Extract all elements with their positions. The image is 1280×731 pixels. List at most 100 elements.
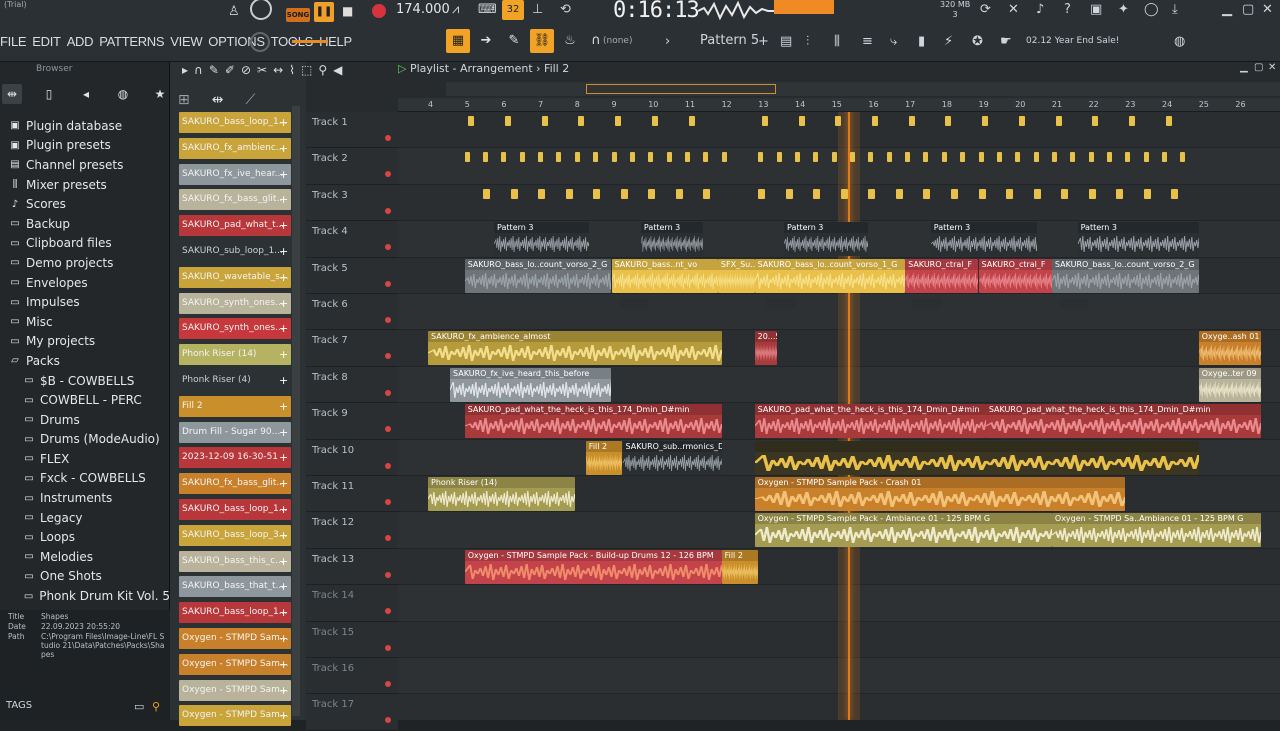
pattern-block[interactable] bbox=[908, 116, 915, 126]
channel-add-icon[interactable]: + bbox=[279, 576, 289, 597]
channel-add-icon[interactable]: + bbox=[279, 241, 289, 262]
channel-add-icon[interactable]: + bbox=[279, 525, 289, 546]
channel-add-icon[interactable]: + bbox=[279, 344, 289, 365]
wizard-icon[interactable]: ✪ bbox=[972, 34, 983, 49]
mute-tool-icon[interactable]: ✂ bbox=[257, 63, 273, 77]
help-icon[interactable]: ? bbox=[1064, 2, 1071, 17]
pattern-block[interactable] bbox=[629, 152, 635, 163]
arrow-next-icon[interactable]: ➔ bbox=[474, 29, 498, 53]
pattern-block[interactable] bbox=[978, 188, 986, 199]
pattern-block[interactable] bbox=[615, 116, 622, 126]
channel-add-icon[interactable]: + bbox=[279, 370, 289, 391]
pattern-block[interactable] bbox=[1033, 188, 1041, 199]
pattern-block[interactable] bbox=[840, 188, 848, 199]
stop-button[interactable]: ■ bbox=[342, 4, 356, 18]
playlist-clip[interactable]: Pattern 3 bbox=[494, 222, 590, 257]
browser-tab-globe-icon[interactable]: ◍ bbox=[113, 84, 133, 104]
track-mute-indicator[interactable] bbox=[385, 426, 391, 433]
pattern-block[interactable] bbox=[868, 152, 874, 163]
browser-item[interactable]: ♪ Scores bbox=[0, 194, 170, 214]
snap-value[interactable]: (none) bbox=[603, 36, 632, 46]
maximize-icon[interactable]: ▢ bbox=[1242, 2, 1254, 17]
track-header[interactable]: Track 1 bbox=[306, 112, 398, 149]
track-header[interactable]: Track 5 bbox=[306, 257, 398, 294]
tempo-tap-icon[interactable]: ⩘ bbox=[452, 2, 459, 17]
playlist-clip[interactable]: SAKURO_ctral_F bbox=[905, 258, 979, 293]
track-mute-indicator[interactable] bbox=[385, 280, 391, 287]
browser-item[interactable]: ▤ Channel presets bbox=[0, 155, 170, 175]
news-ticker[interactable]: 02.12 Year End Sale! bbox=[1026, 36, 1119, 46]
channel-add-icon[interactable]: + bbox=[279, 189, 289, 210]
browser-item[interactable]: ▭ Fxck - COWBELLS bbox=[0, 469, 170, 489]
pattern-block[interactable] bbox=[996, 152, 1002, 163]
pattern-block[interactable] bbox=[666, 152, 672, 163]
step-edit-toggle[interactable]: 32 bbox=[502, 0, 524, 20]
touch-icon[interactable]: ☛ bbox=[1000, 34, 1012, 49]
channel-add-icon[interactable]: + bbox=[279, 293, 289, 314]
browser-item[interactable]: ▱ Packs bbox=[0, 351, 170, 371]
browser-item[interactable]: ▭ Backup bbox=[0, 214, 170, 234]
playlist-clip[interactable]: SAKURO_fx_ambience_almost bbox=[428, 331, 722, 366]
channel-button[interactable]: SAKURO_bass_that_t... + bbox=[179, 576, 291, 598]
channel-button[interactable]: SAKURO_wavetable_s... + bbox=[179, 266, 291, 288]
browser-item[interactable]: ▭ FLEX bbox=[0, 449, 170, 469]
pattern-add-icon[interactable]: + bbox=[758, 34, 769, 49]
tags-label[interactable]: TAGS bbox=[6, 700, 32, 711]
pattern-block[interactable] bbox=[1051, 152, 1057, 163]
metronome-icon[interactable]: ♙ bbox=[228, 4, 240, 19]
pattern-block[interactable] bbox=[1143, 188, 1151, 199]
channel-button[interactable]: Oxygen - STMPD Sam... + bbox=[179, 679, 291, 701]
pattern-block[interactable] bbox=[556, 152, 562, 163]
channel-button[interactable]: SAKURO_fx_bass_glit... + bbox=[179, 189, 291, 211]
browser-item[interactable]: ▭ Phonk Drum Kit Vol. 5 bbox=[0, 586, 170, 606]
channel-button[interactable]: Fill 2 + bbox=[179, 395, 291, 417]
channel-button[interactable]: SAKURO_synth_ones... + bbox=[179, 318, 291, 340]
pattern-block[interactable] bbox=[593, 188, 601, 199]
pattern-block[interactable] bbox=[1125, 152, 1131, 163]
pattern-block[interactable] bbox=[1162, 152, 1167, 163]
channel-add-icon[interactable]: + bbox=[279, 473, 289, 494]
curve-icon[interactable]: ⟋ bbox=[245, 92, 255, 108]
track-header[interactable]: Track 9 bbox=[306, 403, 398, 440]
plugin-picker-icon[interactable]: ✦ bbox=[1118, 2, 1129, 17]
pencil-icon[interactable]: ✎ bbox=[502, 29, 526, 53]
pattern-block[interactable] bbox=[960, 152, 966, 163]
browser-item[interactable]: ▣ Plugin database bbox=[0, 116, 170, 136]
microphone-icon[interactable]: ♪ bbox=[1036, 2, 1044, 17]
pattern-block[interactable] bbox=[1070, 152, 1076, 163]
pattern-block[interactable] bbox=[1015, 152, 1021, 163]
stamp-icon[interactable]: ♨ bbox=[558, 29, 582, 53]
pattern-prev-icon[interactable]: › bbox=[665, 34, 670, 49]
channel-button[interactable]: SAKURO_fx_ambienc... + bbox=[179, 137, 291, 159]
playlist-clip[interactable]: Pattern 3 bbox=[930, 222, 1038, 257]
channel-add-icon[interactable]: + bbox=[279, 551, 289, 572]
pattern-block[interactable] bbox=[941, 152, 947, 163]
browser-item[interactable]: ▭ COWBELL - PERC bbox=[0, 390, 170, 410]
track-mute-indicator[interactable] bbox=[385, 353, 391, 360]
track-mute-indicator[interactable] bbox=[385, 389, 391, 396]
pattern-block[interactable] bbox=[538, 152, 544, 163]
master-pitch-slider[interactable] bbox=[292, 40, 328, 43]
plug-icon[interactable]: ⚡ bbox=[944, 34, 953, 49]
channel-button[interactable]: Oxygen - STMPD Sam... + bbox=[179, 653, 291, 675]
browser-item[interactable]: ▭ Melodies bbox=[0, 547, 170, 567]
pattern-block[interactable] bbox=[912, 298, 943, 308]
channel-button[interactable]: Phonk Riser (14) + bbox=[179, 344, 291, 366]
pattern-block[interactable] bbox=[785, 188, 793, 199]
pattern-block[interactable] bbox=[1006, 188, 1014, 199]
pattern-block[interactable] bbox=[648, 188, 656, 199]
pattern-block[interactable] bbox=[703, 188, 711, 199]
channel-button[interactable]: Drum Fill - Sugar 90... + bbox=[179, 421, 291, 443]
menu-patterns[interactable]: PATTERNS bbox=[99, 34, 164, 49]
channel-button[interactable]: Oxygen - STMPD Sam... + bbox=[179, 628, 291, 649]
track-mute-indicator[interactable] bbox=[385, 571, 391, 578]
channel-add-icon[interactable]: + bbox=[279, 164, 289, 185]
loop-record-icon[interactable]: ⟲ bbox=[560, 2, 571, 17]
pattern-block[interactable] bbox=[1106, 152, 1112, 163]
pattern-block[interactable] bbox=[538, 188, 546, 199]
channel-add-icon[interactable]: + bbox=[279, 267, 289, 288]
browser-item[interactable]: ▭ Demo projects bbox=[0, 253, 170, 273]
channel-add-icon[interactable]: + bbox=[279, 396, 289, 417]
playlist-minimize-icon[interactable]: ▁ bbox=[1240, 62, 1248, 73]
channel-button[interactable]: SAKURO_bass_loop_1... + bbox=[179, 499, 291, 520]
